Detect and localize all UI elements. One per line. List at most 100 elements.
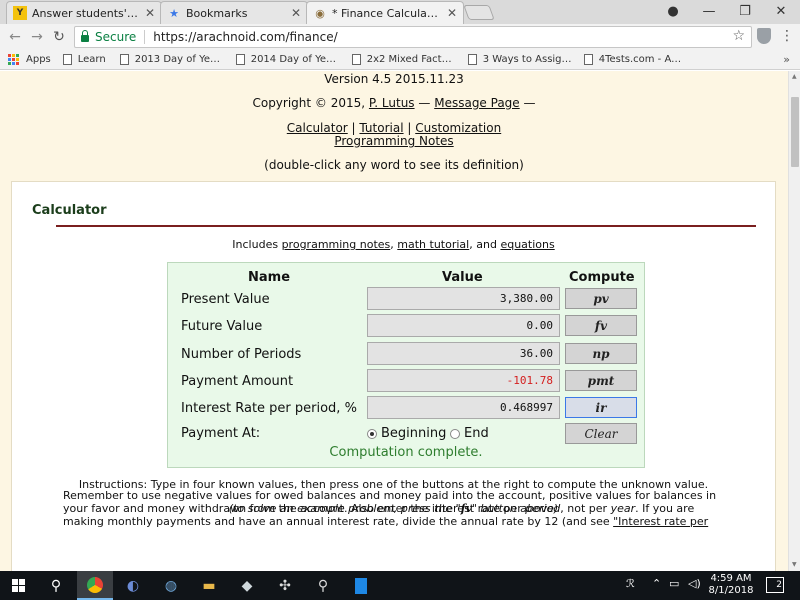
- bookmark-label: 4Tests.com - ACT Ex: [598, 54, 688, 65]
- bookmark-star-icon[interactable]: ☆: [732, 28, 745, 44]
- text: making monthly payments and have an annu…: [63, 515, 614, 528]
- number-of-periods-input[interactable]: 36.00: [367, 342, 560, 365]
- reload-icon[interactable]: ↻: [50, 28, 68, 46]
- scroll-down-icon[interactable]: ▼: [792, 561, 797, 568]
- tab-bookmarks[interactable]: ★ Bookmarks ✕: [160, 1, 308, 24]
- new-tab-button[interactable]: [463, 5, 495, 20]
- interest-rate-link[interactable]: "Interest rate per: [613, 515, 708, 528]
- bookmark-learn[interactable]: Learn: [62, 54, 106, 65]
- volume-icon[interactable]: ◁): [688, 577, 701, 590]
- system-clock[interactable]: 4:59 AM 8/1/2018: [708, 573, 754, 597]
- customization-link[interactable]: Customization: [415, 121, 501, 135]
- bookmark-2014-day[interactable]: 2014 Day of Year Ca: [235, 54, 340, 65]
- notification-center-icon[interactable]: 2: [766, 577, 784, 593]
- message-page-link[interactable]: Message Page: [434, 96, 519, 110]
- author-link[interactable]: P. Lutus: [369, 96, 415, 110]
- restore-icon[interactable]: ❐: [728, 0, 762, 22]
- network-icon[interactable]: ▭: [669, 577, 679, 590]
- scroll-thumb[interactable]: [791, 97, 799, 167]
- shield-app-icon[interactable]: ◆: [229, 571, 265, 600]
- payment-amount-input[interactable]: -101.78: [367, 369, 560, 392]
- lock-icon: [81, 29, 89, 42]
- page-icon: [62, 54, 72, 65]
- compute-fv-button[interactable]: fv: [565, 315, 637, 336]
- forward-icon[interactable]: →: [28, 28, 46, 46]
- number-of-periods-label: Number of Periods: [181, 347, 302, 362]
- radio-selected-icon: [367, 428, 377, 439]
- bookmark-apps[interactable]: Apps: [8, 54, 51, 65]
- panel-title: Calculator: [32, 203, 107, 218]
- programming-notes-link[interactable]: programming notes: [282, 238, 391, 251]
- interest-rate-label: Interest Rate per period, %: [181, 401, 357, 416]
- compute-ir-button[interactable]: ir: [565, 397, 637, 418]
- calculator-link[interactable]: Calculator: [287, 121, 348, 135]
- menu-icon[interactable]: ⋮: [780, 28, 794, 44]
- chevron-up-icon[interactable]: ⌃: [652, 577, 661, 590]
- tutorial-link[interactable]: Tutorial: [359, 121, 403, 135]
- bookmark-label: 2x2 Mixed Factorial: [366, 54, 456, 65]
- app-taskbar-icon[interactable]: ◐: [115, 571, 151, 600]
- radio-icon: [450, 428, 460, 439]
- file-explorer-icon[interactable]: ▬: [191, 571, 227, 600]
- tab-title: Bookmarks: [186, 6, 248, 20]
- tab-title: Answer students' questio: [32, 6, 139, 20]
- window-close-icon[interactable]: ✕: [764, 0, 798, 22]
- browser-toolbar: ← → ↻ Secure https://arachnoid.com/finan…: [0, 24, 800, 50]
- copyright-line: Copyright © 2015, P. Lutus — Message Pag…: [0, 96, 788, 110]
- comma: ,: [390, 238, 394, 251]
- calculator-app-icon[interactable]: [343, 571, 379, 600]
- programming-notes-link[interactable]: Programming Notes: [334, 134, 453, 148]
- scroll-up-icon[interactable]: ▲: [792, 73, 797, 80]
- page-content: Version 4.5 2015.11.23 Copyright © 2015,…: [0, 71, 788, 571]
- page-icon: [235, 54, 245, 65]
- tab-finance-calculator[interactable]: ◉ * Finance Calculator ✕: [306, 1, 464, 24]
- taskbar: ⚲ ◐ ◍ ▬ ◆ ✣ ⚲ ℛ ⌃ ▭ ◁) 4:59 AM 8/1/2018 …: [0, 571, 800, 600]
- equations-link[interactable]: equations: [500, 238, 554, 251]
- close-icon[interactable]: ✕: [145, 6, 155, 20]
- profile-icon[interactable]: ●: [656, 0, 690, 22]
- calculator-form: Name Value Compute Present Value 3,380.0…: [167, 262, 645, 468]
- bookmarks-overflow-icon[interactable]: »: [783, 53, 790, 66]
- close-icon[interactable]: ✕: [291, 6, 301, 20]
- close-icon[interactable]: ✕: [447, 6, 457, 20]
- compute-pmt-button[interactable]: pmt: [565, 370, 637, 391]
- text: your favor and money withdrawn from the …: [63, 502, 526, 515]
- and-text: , and: [469, 238, 497, 251]
- page-scrollbar[interactable]: ▲ ▼: [788, 71, 800, 571]
- back-icon[interactable]: ←: [6, 28, 24, 46]
- bookmark-2x2-mixed[interactable]: 2x2 Mixed Factorial: [351, 54, 456, 65]
- search-icon[interactable]: ⚲: [38, 571, 74, 600]
- emphasis: year: [610, 502, 636, 515]
- version-text: Version 4.5 2015.11.23: [324, 72, 464, 86]
- bookmark-3-ways[interactable]: 3 Ways to Assign a: [467, 54, 572, 65]
- calculator-icon: [355, 577, 367, 594]
- chrome-taskbar-icon[interactable]: [77, 571, 113, 600]
- minimize-icon[interactable]: —: [692, 0, 726, 22]
- dash: —: [523, 96, 536, 110]
- present-value-input[interactable]: 3,380.00: [367, 287, 560, 310]
- clear-button[interactable]: Clear: [565, 423, 637, 444]
- extension-shield-icon[interactable]: [757, 28, 771, 44]
- future-value-input[interactable]: 0.00: [367, 314, 560, 337]
- magnifier-app-icon[interactable]: ⚲: [305, 571, 341, 600]
- tab-strip: Y Answer students' questio ✕ ★ Bookmarks…: [0, 0, 800, 24]
- beginning-radio[interactable]: Beginning: [367, 426, 446, 441]
- people-icon[interactable]: ℛ: [626, 577, 635, 590]
- tab-answer-students[interactable]: Y Answer students' questio ✕: [6, 1, 162, 24]
- bookmark-4tests[interactable]: 4Tests.com - ACT Ex: [583, 54, 688, 65]
- compute-pv-button[interactable]: pv: [565, 288, 637, 309]
- interest-rate-input[interactable]: 0.468997: [367, 396, 560, 419]
- end-radio[interactable]: End: [450, 426, 489, 441]
- math-tutorial-link[interactable]: math tutorial: [397, 238, 469, 251]
- copyright-prefix: Copyright © 2015,: [252, 96, 366, 110]
- secure-indicator[interactable]: Secure: [81, 29, 136, 44]
- bookmark-2013-day[interactable]: 2013 Day of Year Ca: [119, 54, 224, 65]
- includes-line: Includes programming notes, math tutoria…: [12, 238, 775, 251]
- compute-np-button[interactable]: np: [565, 343, 637, 364]
- network-app-icon[interactable]: ✣: [267, 571, 303, 600]
- nav-separator: |: [351, 121, 356, 135]
- address-bar[interactable]: Secure https://arachnoid.com/finance/ ☆: [74, 26, 752, 48]
- ie-taskbar-icon[interactable]: ◍: [153, 571, 189, 600]
- start-button[interactable]: [0, 571, 36, 600]
- chrome-icon: [87, 576, 103, 593]
